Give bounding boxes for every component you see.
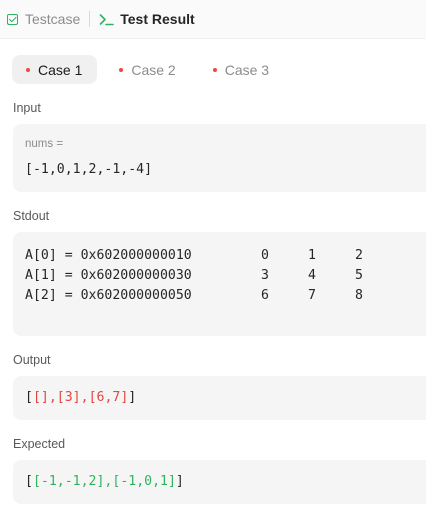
stdout-line: A[2] = 0x602000000050 6 7 8 [25,285,402,305]
output-separator: , [80,390,89,405]
terminal-icon [99,13,115,26]
expected-part: [-1,0,1] [112,474,176,489]
expected-label: Expected [13,437,66,451]
stdout-value: 3 [261,267,269,283]
stdout-value: 1 [308,247,316,263]
case-tabs: Case 1 Case 2 Case 3 [12,55,284,84]
output-bracket-close: ] [128,390,137,405]
case-tab-label: Case 1 [38,61,83,78]
stdout-lines: A[0] = 0x602000000010 0 1 2 A[1] = 0x602… [25,245,402,305]
stdout-value: 8 [355,287,363,303]
stdout-box: A[0] = 0x602000000010 0 1 2 A[1] = 0x602… [13,232,426,336]
stdout-line: A[1] = 0x602000000030 3 4 5 [25,265,402,285]
output-value: [[],[3],[6,7]] [25,390,136,405]
output-part: [6,7] [88,390,129,405]
tab-testcase[interactable]: Testcase [7,0,80,38]
case-tab-label: Case 3 [224,61,270,78]
tab-testcase-label: Testcase [25,11,81,27]
expected-value: [[-1,-1,2],[-1,0,1]] [25,474,184,489]
input-label: Input [13,101,41,115]
param-value: [-1,0,1,2,-1,-4] [25,162,153,177]
stdout-address: A[2] = 0x602000000050 [25,287,192,303]
console-tab-bar: Testcase Test Result [0,0,426,39]
stdout-address: A[0] = 0x602000000010 [25,247,192,263]
failed-dot-icon [119,67,124,72]
output-label: Output [13,353,51,367]
failed-dot-icon [26,67,30,72]
expected-bracket-open: [ [25,474,33,489]
failed-dot-icon [212,67,217,72]
input-box: nums = [-1,0,1,2,-1,-4] [13,124,426,192]
stdout-line: A[0] = 0x602000000010 0 1 2 [25,245,402,265]
case-tab-2[interactable]: Case 2 [105,55,190,84]
checkbox-icon [7,13,18,25]
tab-divider [89,11,91,27]
param-name: nums = [25,138,64,150]
case-tab-label: Case 2 [131,61,176,78]
tab-test-result[interactable]: Test Result [99,0,195,38]
case-tab-1[interactable]: Case 1 [12,55,98,84]
output-bracket-open: [ [25,390,33,405]
expected-bracket-close: ] [175,474,184,489]
stdout-value: 5 [355,267,363,283]
stdout-label: Stdout [13,209,50,223]
expected-box: [[-1,-1,2],[-1,0,1]] [13,460,426,504]
case-tab-3[interactable]: Case 3 [199,55,284,84]
stdout-value: 4 [308,267,316,283]
stdout-value: 6 [261,287,269,303]
output-separator: , [48,390,57,405]
output-part: [] [32,390,49,405]
stdout-value: 0 [261,247,269,263]
expected-part: [-1,-1,2] [32,474,105,489]
output-part: [3] [56,390,81,405]
output-box: [[],[3],[6,7]] [13,376,426,420]
stdout-value: 2 [355,247,363,263]
tab-test-result-label: Test Result [120,11,195,27]
stdout-address: A[1] = 0x602000000030 [25,267,192,283]
stdout-value: 7 [308,287,316,303]
